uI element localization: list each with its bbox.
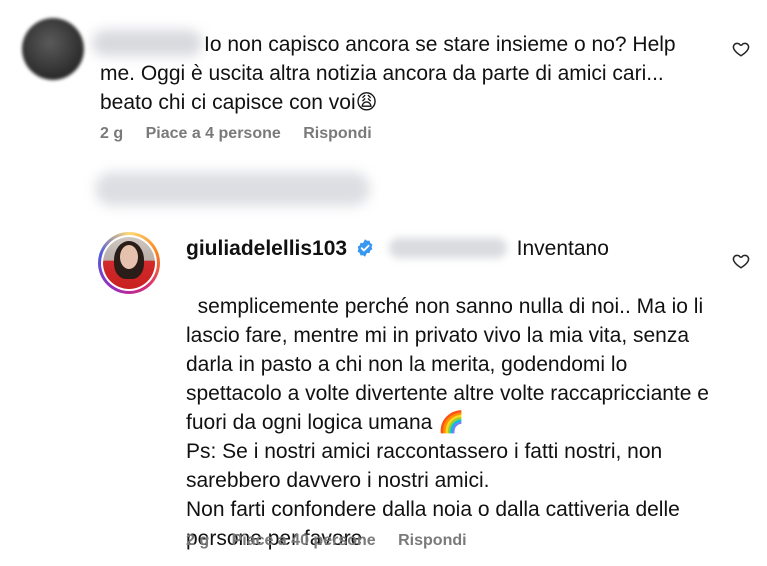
- redacted-replies-line: [95, 172, 370, 206]
- reply-button[interactable]: Rispondi: [303, 125, 371, 142]
- comment-time: 2 g: [100, 125, 124, 142]
- reply-username[interactable]: giuliadelellis103: [186, 237, 347, 260]
- comment-text: Io non capisco ancora se stare insieme o…: [100, 33, 676, 114]
- reply-time: 2 g: [186, 532, 210, 549]
- reply-text-first: Inventano: [516, 237, 609, 260]
- commenter-avatar[interactable]: [22, 18, 84, 80]
- reply-button[interactable]: Rispondi: [398, 532, 466, 549]
- reply-text: semplicemente perché non sanno nulla di …: [186, 295, 709, 550]
- comment-likes[interactable]: Piace a 4 persone: [146, 125, 281, 142]
- comment-meta: 2 g Piace a 4 persone Rispondi: [100, 125, 390, 143]
- reply-likes[interactable]: Piace a 40 persone: [232, 532, 376, 549]
- redacted-mention: [388, 238, 507, 258]
- verified-badge-icon: [357, 239, 373, 257]
- heart-icon[interactable]: [732, 252, 750, 270]
- reply-header-line: giuliadelellis103 Inventano: [186, 234, 726, 263]
- reply-meta: 2 g Piace a 40 persone Rispondi: [186, 532, 485, 550]
- heart-icon[interactable]: [732, 40, 750, 58]
- reply-avatar[interactable]: [98, 232, 160, 294]
